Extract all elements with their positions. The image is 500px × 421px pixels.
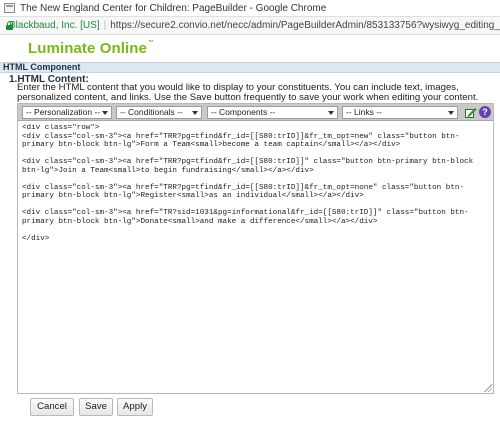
- url-text[interactable]: https://secure2.convio.net/necc/admin/Pa…: [110, 20, 500, 31]
- chevron-down-icon: [102, 111, 108, 115]
- address-bar[interactable]: Blackbaud, Inc. [US] | https://secure2.c…: [0, 17, 500, 35]
- cancel-button[interactable]: Cancel: [30, 398, 74, 416]
- code-line: <div class="col-sm-3"><a href="TR?sid=10…: [22, 209, 469, 226]
- html-editor: -- Personalization -- -- Conditionals --…: [17, 103, 494, 394]
- resize-handle-icon[interactable]: [484, 384, 492, 392]
- editor-toolbar: -- Personalization -- -- Conditionals --…: [18, 104, 493, 121]
- components-dropdown-value: -- Components --: [211, 107, 276, 117]
- logo-text: Luminate Online: [28, 40, 148, 57]
- window-title: The New England Center for Children: Pag…: [20, 2, 327, 14]
- apply-button[interactable]: Apply: [117, 398, 153, 416]
- chevron-down-icon: [328, 111, 334, 115]
- links-dropdown-value: -- Links --: [346, 107, 382, 117]
- window-title-bar: The New England Center for Children: Pag…: [0, 0, 500, 17]
- links-dropdown[interactable]: -- Links --: [342, 106, 458, 119]
- address-separator: |: [103, 20, 107, 31]
- edit-source-icon[interactable]: [465, 107, 477, 118]
- instructions-text: Enter the HTML content that you would li…: [17, 82, 479, 103]
- html-code-textarea[interactable]: <div class="row"> <div class="col-sm-3"><…: [22, 124, 490, 392]
- trademark-mark: ™: [148, 40, 155, 46]
- secure-origin-label[interactable]: Blackbaud, Inc. [US]: [9, 20, 100, 31]
- help-icon[interactable]: ?: [479, 106, 491, 118]
- code-line: <div class="col-sm-3"><a href="TRR?pg=tf…: [22, 132, 460, 150]
- conditionals-dropdown-value: -- Conditionals --: [120, 107, 183, 117]
- code-line: <div class="col-sm-3"><a href="TRR?pg=tf…: [22, 158, 478, 175]
- code-line: <div class="col-sm-3"><a href="TRR?pg=tf…: [22, 183, 465, 201]
- components-dropdown[interactable]: -- Components --: [207, 106, 338, 119]
- section-header: HTML Component: [0, 62, 500, 73]
- save-button[interactable]: Save: [79, 398, 113, 416]
- chevron-down-icon: [448, 111, 454, 115]
- personalization-dropdown[interactable]: -- Personalization --: [22, 106, 112, 119]
- code-line: <div class="row">: [22, 124, 100, 132]
- page-favicon-icon: [4, 3, 15, 13]
- luminate-online-logo: Luminate Online™: [28, 40, 154, 57]
- code-line: </div>: [22, 234, 50, 243]
- personalization-dropdown-value: -- Personalization --: [26, 107, 101, 117]
- chevron-down-icon: [192, 111, 198, 115]
- conditionals-dropdown[interactable]: -- Conditionals --: [116, 106, 202, 119]
